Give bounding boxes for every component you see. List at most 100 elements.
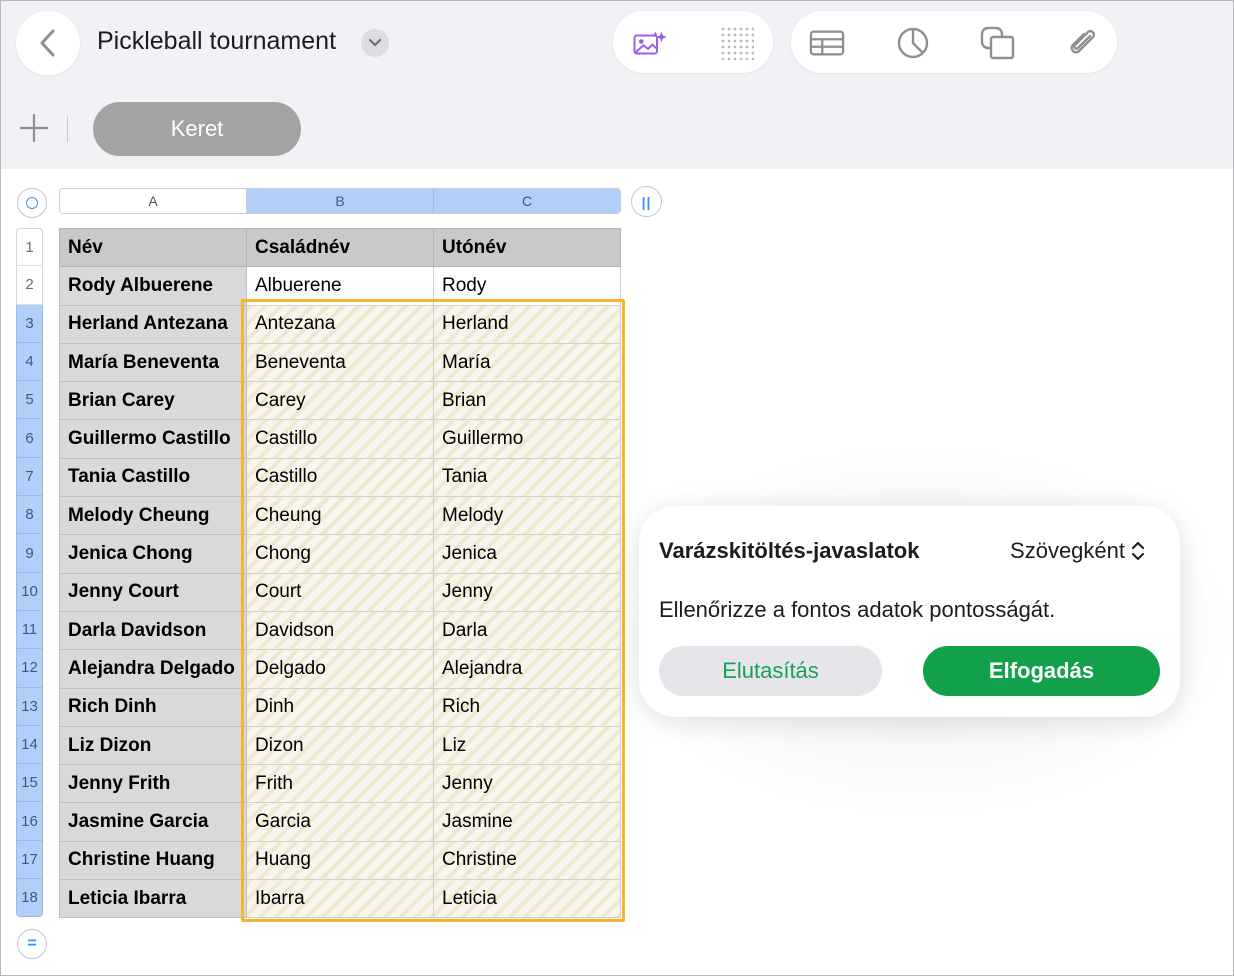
- row-header-17[interactable]: 17: [16, 840, 43, 880]
- first-name-cell[interactable]: Christine: [433, 840, 621, 881]
- first-name-cell[interactable]: Jenny: [433, 764, 621, 804]
- name-cell[interactable]: Brian Carey: [59, 381, 247, 421]
- name-cell[interactable]: Rich Dinh: [59, 687, 247, 727]
- reject-button[interactable]: Elutasítás: [659, 646, 882, 696]
- header-cell[interactable]: Név: [59, 227, 247, 268]
- name-cell[interactable]: Jasmine Garcia: [59, 802, 247, 842]
- row-header-8[interactable]: 8: [16, 496, 43, 535]
- back-button[interactable]: [16, 11, 80, 75]
- row-header-11[interactable]: 11: [16, 610, 43, 650]
- row-header-6[interactable]: 6: [16, 419, 43, 458]
- shapes-icon: [980, 26, 1015, 60]
- row-header-13[interactable]: 13: [16, 687, 43, 726]
- first-name-cell[interactable]: Jenny: [433, 572, 621, 612]
- insert-shape-button[interactable]: [980, 25, 1016, 61]
- row-header-7[interactable]: 7: [16, 457, 43, 497]
- row-resize-handle[interactable]: =: [17, 929, 47, 959]
- row-header-14[interactable]: 14: [16, 725, 43, 765]
- first-name-cell[interactable]: Guillermo: [433, 419, 621, 459]
- last-name-cell[interactable]: Antezana: [246, 304, 434, 344]
- first-name-cell[interactable]: Alejandra: [433, 649, 621, 689]
- column-header-c[interactable]: C: [434, 189, 620, 213]
- chart-icon: [897, 27, 929, 59]
- table-row: Jenica Chong Chong Jenica: [59, 534, 621, 574]
- last-name-cell[interactable]: Huang: [246, 840, 434, 881]
- insert-table-button[interactable]: [809, 25, 845, 61]
- table-select-handle[interactable]: [17, 188, 47, 218]
- column-header-a[interactable]: A: [60, 189, 247, 213]
- title-dropdown-button[interactable]: [361, 29, 389, 57]
- first-name-cell[interactable]: Darla: [433, 610, 621, 651]
- column-header-b[interactable]: B: [247, 189, 434, 213]
- first-name-cell[interactable]: Jasmine: [433, 802, 621, 842]
- first-name-cell[interactable]: Liz: [433, 725, 621, 766]
- name-cell[interactable]: Melody Cheung: [59, 496, 247, 536]
- last-name-cell[interactable]: Dinh: [246, 687, 434, 727]
- row-header-2[interactable]: 2: [16, 266, 43, 305]
- table-row: Rich Dinh Dinh Rich: [59, 687, 621, 727]
- last-name-cell[interactable]: Dizon: [246, 725, 434, 766]
- last-name-cell[interactable]: Davidson: [246, 610, 434, 651]
- popover-title: Varázskitöltés-javaslatok: [659, 538, 920, 563]
- frame-button[interactable]: Keret: [93, 102, 301, 156]
- first-name-cell[interactable]: Jenica: [433, 534, 621, 574]
- name-cell[interactable]: Leticia Ibarra: [59, 879, 247, 919]
- insert-chart-button[interactable]: [895, 25, 931, 61]
- pause-icon: ||: [641, 193, 652, 210]
- add-button[interactable]: [19, 113, 49, 143]
- last-name-cell[interactable]: Delgado: [246, 649, 434, 689]
- fill-mode-selector[interactable]: Szövegként: [1010, 538, 1145, 564]
- row-header-15[interactable]: 15: [16, 764, 43, 803]
- row-header-12[interactable]: 12: [16, 649, 43, 688]
- last-name-cell[interactable]: Cheung: [246, 496, 434, 536]
- name-cell[interactable]: Liz Dizon: [59, 725, 247, 766]
- header-cell[interactable]: Családnév: [246, 227, 434, 268]
- row-header-1[interactable]: 1: [16, 228, 43, 267]
- column-resize-handle[interactable]: ||: [631, 186, 662, 217]
- first-name-cell[interactable]: Brian: [433, 381, 621, 421]
- name-cell[interactable]: Rody Albuerene: [59, 266, 247, 306]
- first-name-cell[interactable]: Rich: [433, 687, 621, 727]
- row-header-16[interactable]: 16: [16, 802, 43, 841]
- last-name-cell[interactable]: Chong: [246, 534, 434, 574]
- row-header-5[interactable]: 5: [16, 381, 43, 420]
- last-name-cell[interactable]: Court: [246, 572, 434, 612]
- name-cell[interactable]: Christine Huang: [59, 840, 247, 881]
- last-name-cell[interactable]: Albuerene: [246, 266, 434, 306]
- name-cell[interactable]: Herland Antezana: [59, 304, 247, 344]
- table-icon: [809, 30, 845, 56]
- last-name-cell[interactable]: Castillo: [246, 419, 434, 459]
- row-header-10[interactable]: 10: [16, 572, 43, 611]
- insert-attachment-button[interactable]: [1064, 25, 1100, 61]
- row-header-9[interactable]: 9: [16, 534, 43, 573]
- name-cell[interactable]: Jenica Chong: [59, 534, 247, 574]
- first-name-cell[interactable]: Rody: [433, 266, 621, 306]
- first-name-cell[interactable]: Leticia: [433, 879, 621, 919]
- first-name-cell[interactable]: Melody: [433, 496, 621, 536]
- last-name-cell[interactable]: Garcia: [246, 802, 434, 842]
- name-cell[interactable]: Jenny Frith: [59, 764, 247, 804]
- first-name-cell[interactable]: María: [433, 342, 621, 383]
- last-name-cell[interactable]: Carey: [246, 381, 434, 421]
- last-name-cell[interactable]: Beneventa: [246, 342, 434, 383]
- last-name-cell[interactable]: Frith: [246, 764, 434, 804]
- dot-grid-button[interactable]: [719, 25, 755, 61]
- accept-button[interactable]: Elfogadás: [923, 646, 1160, 696]
- name-cell[interactable]: María Beneventa: [59, 342, 247, 383]
- row-header-18[interactable]: 18: [16, 879, 43, 918]
- last-name-cell[interactable]: Castillo: [246, 457, 434, 498]
- magic-image-button[interactable]: [633, 25, 669, 61]
- first-name-cell[interactable]: Herland: [433, 304, 621, 344]
- name-cell[interactable]: Alejandra Delgado: [59, 649, 247, 689]
- name-cell[interactable]: Guillermo Castillo: [59, 419, 247, 459]
- table-row: Guillermo Castillo Castillo Guillermo: [59, 419, 621, 459]
- name-cell[interactable]: Tania Castillo: [59, 457, 247, 498]
- row-header-4[interactable]: 4: [16, 342, 43, 382]
- header-cell[interactable]: Utónév: [433, 227, 621, 268]
- row-header-3[interactable]: 3: [16, 304, 43, 343]
- document-title[interactable]: Pickleball tournament: [97, 27, 336, 56]
- last-name-cell[interactable]: Ibarra: [246, 879, 434, 919]
- name-cell[interactable]: Darla Davidson: [59, 610, 247, 651]
- first-name-cell[interactable]: Tania: [433, 457, 621, 498]
- name-cell[interactable]: Jenny Court: [59, 572, 247, 612]
